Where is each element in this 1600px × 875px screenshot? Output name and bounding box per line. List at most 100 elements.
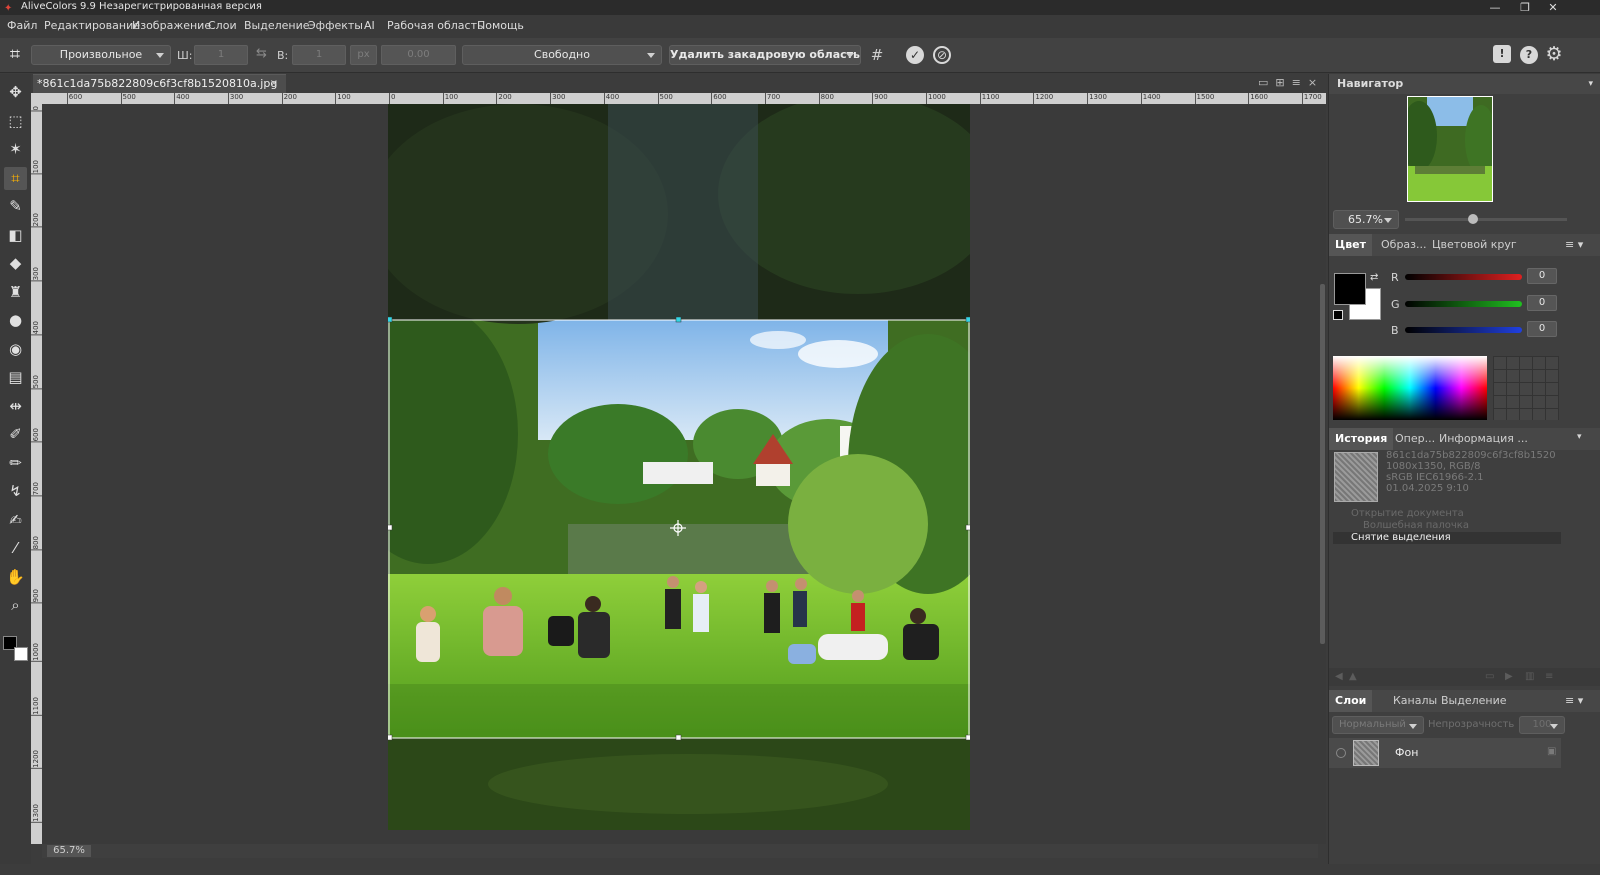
tab-swatches[interactable]: Образ...: [1375, 234, 1433, 256]
tab-color[interactable]: Цвет: [1329, 234, 1373, 256]
pen-tool-icon[interactable]: ✐: [4, 423, 27, 446]
swap-colors-icon[interactable]: ⇄: [1370, 272, 1378, 283]
swap-dimensions-icon[interactable]: ⇆: [256, 46, 270, 64]
navigator-thumbnail[interactable]: [1407, 96, 1493, 202]
brush-tool-icon[interactable]: ✎: [4, 195, 27, 218]
menu-help[interactable]: Помощь: [477, 19, 524, 32]
status-zoom[interactable]: 65.7%: [47, 845, 91, 857]
menu-effects[interactable]: Эффекты: [308, 19, 363, 32]
r-channel-slider[interactable]: [1405, 274, 1522, 280]
minimize-icon[interactable]: —: [1484, 0, 1506, 15]
history-menu-bottom-icon[interactable]: ≡: [1545, 671, 1553, 682]
history-snapshot-thumbnail[interactable]: [1334, 452, 1378, 502]
color-panel-menu-icon[interactable]: ≡ ▾: [1565, 238, 1583, 251]
foreground-color-swatch-front[interactable]: [1334, 273, 1366, 305]
b-channel-value[interactable]: 0: [1527, 321, 1557, 337]
b-channel-slider[interactable]: [1405, 327, 1522, 333]
history-item-deselect[interactable]: Снятие выделения: [1333, 532, 1561, 544]
close-document-icon[interactable]: ×: [1308, 76, 1317, 89]
hand-tool-icon[interactable]: ✋: [4, 566, 27, 589]
layer-lock-icon[interactable]: ▣: [1547, 746, 1556, 757]
menu-edit[interactable]: Редактирование: [44, 19, 140, 32]
magic-wand-tool-icon[interactable]: ✶: [4, 138, 27, 161]
restore-icon[interactable]: ❐: [1514, 0, 1536, 15]
vertical-scrollbar[interactable]: [1318, 104, 1326, 844]
swatch-grid[interactable]: [1493, 356, 1559, 420]
tab-color-wheel[interactable]: Цветовой круг: [1426, 234, 1523, 256]
move-tool-icon[interactable]: ✥: [4, 81, 27, 104]
blur-tool-icon[interactable]: ●: [4, 309, 27, 332]
scrollbar-thumb[interactable]: [1320, 284, 1325, 644]
blend-mode-dropdown[interactable]: Нормальный: [1332, 716, 1424, 734]
history-new-doc-icon[interactable]: ▭: [1485, 671, 1494, 682]
ruler-v-tick: 500: [31, 374, 42, 389]
help-icon[interactable]: ?: [1520, 46, 1538, 64]
settings-gear-icon[interactable]: ⚙: [1544, 44, 1564, 64]
new-window-icon[interactable]: ▭: [1258, 76, 1268, 89]
opacity-dropdown[interactable]: 100: [1519, 716, 1565, 734]
history-redo-icon[interactable]: ▶: [1505, 671, 1513, 682]
angle-input[interactable]: 0.00: [381, 45, 456, 65]
document-image[interactable]: [388, 104, 970, 830]
navigator-menu-icon[interactable]: ▾: [1588, 74, 1593, 94]
delete-outside-dropdown[interactable]: Удалить закадровую область: [669, 45, 861, 65]
navigator-zoom-slider[interactable]: [1405, 218, 1567, 221]
tab-history[interactable]: История: [1329, 428, 1394, 450]
tab-info[interactable]: Информация ...: [1433, 428, 1534, 450]
tab-selection[interactable]: Выделение: [1435, 690, 1513, 712]
toolbar-background-color[interactable]: [14, 647, 28, 661]
apply-crop-icon[interactable]: ✓: [906, 46, 924, 64]
layer-visibility-icon[interactable]: [1336, 748, 1346, 758]
document-menu-icon[interactable]: ≡: [1292, 76, 1301, 89]
eyedropper-tool-icon[interactable]: ⁄: [4, 537, 27, 560]
eraser-tool-icon[interactable]: ◧: [4, 224, 27, 247]
cancel-crop-icon[interactable]: ⊘: [933, 46, 951, 64]
close-icon[interactable]: ✕: [1542, 0, 1564, 15]
menu-ai[interactable]: AI: [364, 19, 375, 32]
close-tab-icon[interactable]: ×: [270, 75, 278, 92]
smart-brush-tool-icon[interactable]: ✍: [4, 509, 27, 532]
smudge-tool-icon[interactable]: ◉: [4, 338, 27, 361]
document-tab[interactable]: *861c1da75b822809c6f3cf8b1520810a.jpg ×: [33, 74, 286, 93]
canvas-area[interactable]: [42, 104, 1318, 844]
stamp-tool-icon[interactable]: ♜: [4, 281, 27, 304]
notifications-icon[interactable]: !: [1493, 45, 1511, 63]
reset-colors-icon[interactable]: [1333, 310, 1343, 320]
rect-select-tool-icon[interactable]: ⬚: [4, 110, 27, 133]
history-trash-icon[interactable]: ▥: [1525, 671, 1534, 682]
width-input[interactable]: 1: [194, 45, 248, 65]
history-menu-icon[interactable]: ▾: [1577, 432, 1582, 442]
tile-windows-icon[interactable]: ⊞: [1275, 76, 1284, 89]
history-item-open[interactable]: Открытие документа: [1333, 508, 1563, 520]
pencil-tool-icon[interactable]: ✏: [4, 452, 27, 475]
ruler-tool-icon[interactable]: ▤: [4, 366, 27, 389]
color-spectrum[interactable]: [1333, 356, 1487, 420]
tab-layers[interactable]: Слои: [1329, 690, 1373, 712]
menu-image[interactable]: Изображение: [132, 19, 211, 32]
navigator-zoom-knob[interactable]: [1468, 214, 1479, 224]
crop-icon[interactable]: ⌗: [4, 44, 26, 66]
navigator-zoom-dropdown[interactable]: 65.7%: [1333, 210, 1399, 229]
menu-file[interactable]: Файл: [7, 19, 37, 32]
history-item-magic-wand[interactable]: Волшебная палочка: [1333, 520, 1563, 532]
history-undo-icon[interactable]: ◀: [1335, 671, 1343, 682]
menu-selection[interactable]: Выделение: [244, 19, 310, 32]
g-channel-value[interactable]: 0: [1527, 295, 1557, 311]
layers-menu-icon[interactable]: ≡ ▾: [1565, 694, 1583, 707]
path-tool-icon[interactable]: ↯: [4, 480, 27, 503]
crop-preset-dropdown[interactable]: Произвольное: [31, 45, 171, 65]
history-snapshot-icon[interactable]: ▲: [1349, 671, 1357, 682]
grid-overlay-icon[interactable]: #: [868, 46, 886, 64]
unit-dropdown[interactable]: px: [350, 45, 377, 65]
height-input[interactable]: 1: [292, 45, 346, 65]
crop-mode-dropdown[interactable]: Свободно: [462, 45, 662, 65]
g-channel-slider[interactable]: [1405, 301, 1522, 307]
menu-workspace[interactable]: Рабочая область: [387, 19, 483, 32]
symmetry-tool-icon[interactable]: ⇹: [4, 395, 27, 418]
crop-tool-icon[interactable]: ⌗: [4, 166, 27, 190]
zoom-tool-icon[interactable]: ⌕: [4, 594, 27, 617]
r-channel-value[interactable]: 0: [1527, 268, 1557, 284]
menu-layers[interactable]: Слои: [208, 19, 237, 32]
fill-tool-icon[interactable]: ◆: [4, 252, 27, 275]
layer-row[interactable]: Фон ▣: [1329, 738, 1561, 768]
